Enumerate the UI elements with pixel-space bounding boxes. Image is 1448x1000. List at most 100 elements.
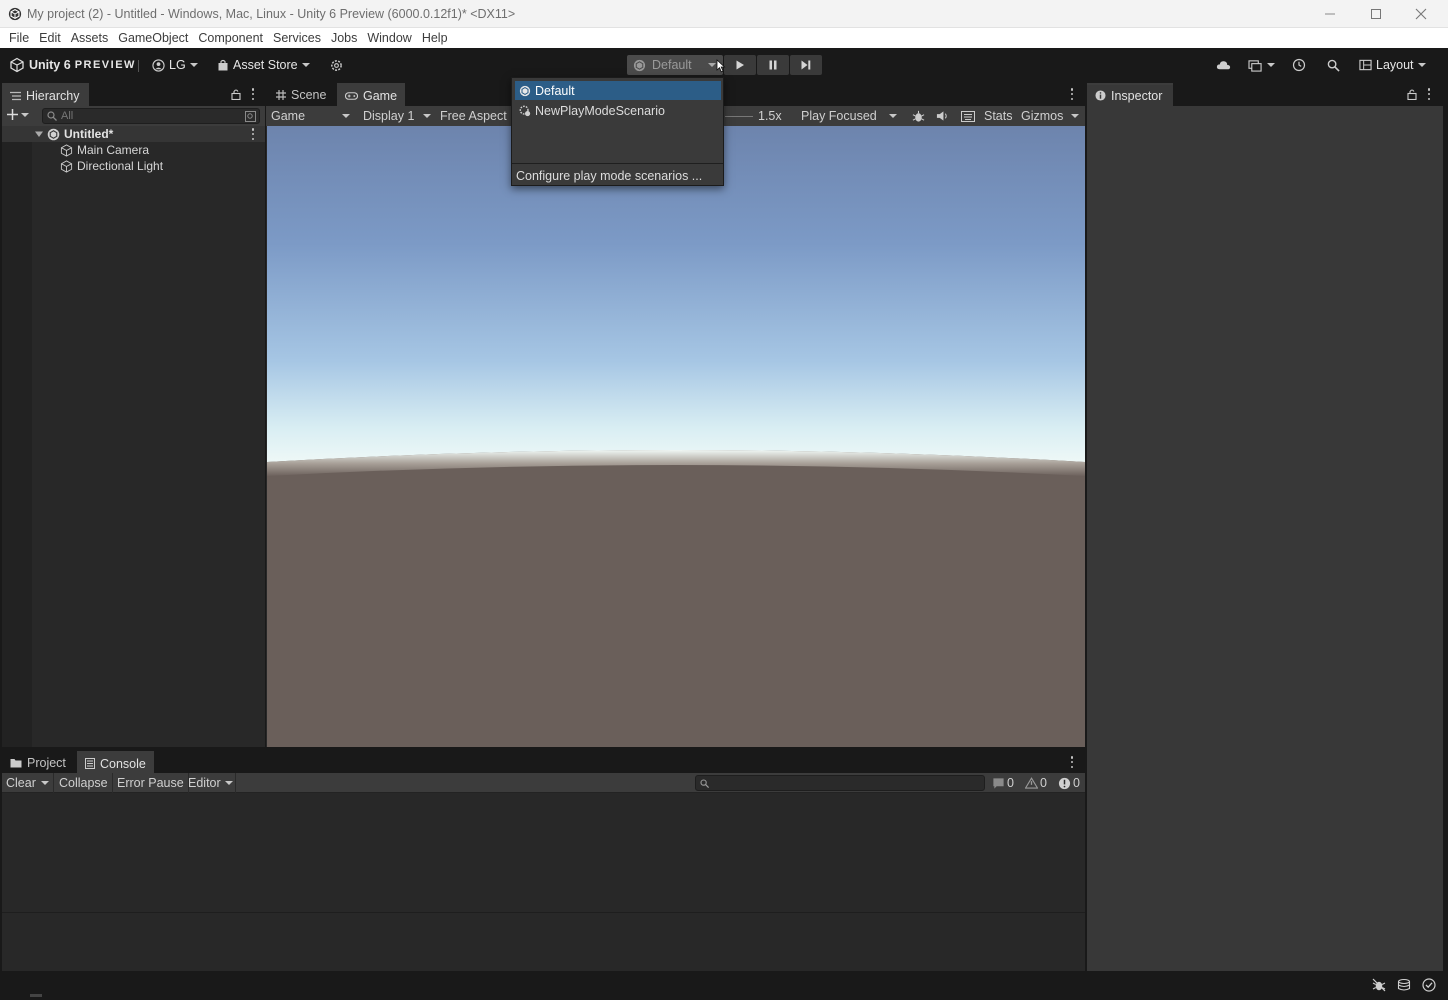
log-count-toggle[interactable]: 0 (988, 773, 1018, 793)
chevron-down-icon (301, 63, 310, 67)
scenario-option-label: Default (535, 83, 575, 98)
scale-slider[interactable] (725, 116, 753, 117)
shortcuts-button[interactable] (957, 106, 979, 126)
menu-window[interactable]: Window (362, 31, 416, 45)
menu-help[interactable]: Help (417, 31, 453, 45)
play-mode-dropdown[interactable]: Play Focused (797, 106, 901, 126)
warning-count-toggle[interactable]: 0 (1021, 773, 1051, 793)
account-icon (152, 58, 165, 72)
tab-project[interactable]: Project (2, 751, 74, 774)
tab-console[interactable]: Console (77, 751, 154, 774)
collapse-toggle[interactable]: Collapse (55, 773, 113, 793)
tab-game[interactable]: Game (337, 83, 406, 106)
account-dropdown[interactable]: LG (152, 55, 198, 75)
scene-menu-icon[interactable] (251, 128, 255, 140)
warning-count: 0 (1040, 776, 1047, 790)
hierarchy-menu-icon[interactable] (251, 88, 255, 100)
aspect-dropdown[interactable]: Free Aspect (436, 106, 511, 126)
collab-dropdown[interactable] (1248, 55, 1275, 75)
close-icon (1415, 8, 1427, 20)
chevron-down-icon (1267, 63, 1275, 67)
folder-icon (10, 758, 22, 767)
bottom-tabbar: Project Console (2, 750, 1085, 774)
menu-jobs[interactable]: Jobs (326, 31, 362, 45)
menu-services[interactable]: Services (268, 31, 326, 45)
error-pause-toggle[interactable]: Error Pause (113, 773, 189, 793)
hierarchy-search-input[interactable]: All (42, 108, 260, 124)
play-mode-label: Play Focused (801, 109, 877, 123)
expand-arrow-icon[interactable] (35, 130, 43, 138)
menu-file[interactable]: File (4, 31, 34, 45)
configure-scenarios-item[interactable]: Configure play mode scenarios ... (512, 166, 718, 185)
console-search-input[interactable] (695, 775, 985, 791)
gizmos-dropdown[interactable]: Gizmos (1017, 106, 1083, 126)
list-item[interactable]: Directional Light (2, 158, 265, 174)
close-window-button[interactable] (1398, 0, 1444, 28)
game-viewport[interactable] (267, 126, 1085, 747)
scenario-option-newplaymodescenario[interactable]: NewPlayModeScenario (515, 101, 721, 120)
frame-debugger-button[interactable] (908, 106, 929, 126)
check-circle-icon[interactable] (1422, 978, 1436, 992)
menu-edit[interactable]: Edit (34, 31, 66, 45)
tab-scene[interactable]: Scene (268, 83, 334, 106)
scenario-icon (519, 85, 531, 96)
minimize-button[interactable] (1307, 0, 1353, 28)
undo-history-button[interactable] (1292, 55, 1306, 75)
gameobject-cube-icon (60, 143, 73, 157)
chevron-down-icon (889, 114, 897, 118)
menu-assets[interactable]: Assets (66, 31, 114, 45)
clear-dropdown[interactable]: Clear (2, 773, 54, 793)
minimize-icon (1325, 13, 1335, 15)
step-button[interactable] (790, 55, 822, 75)
asset-store-dropdown[interactable]: Asset Store (217, 55, 310, 75)
view-mode-dropdown[interactable]: Game (267, 106, 354, 126)
tab-inspector[interactable]: Inspector (1087, 83, 1173, 106)
cloud-button[interactable] (1216, 55, 1231, 75)
brand-name: Unity 6 (29, 58, 71, 72)
scenario-option-default[interactable]: Default (515, 81, 721, 100)
scene-row[interactable]: Untitled* (2, 126, 265, 142)
play-icon (736, 60, 744, 70)
console-detail-area[interactable] (2, 914, 1085, 971)
chevron-down-icon (342, 114, 350, 118)
mute-audio-button[interactable] (932, 106, 953, 126)
editor-label: Editor (188, 776, 221, 790)
inspector-panel: Inspector (1087, 82, 1443, 971)
error-count-toggle[interactable]: 0 (1054, 773, 1084, 793)
asset-store-label: Asset Store (233, 58, 298, 72)
pause-button[interactable] (757, 55, 789, 75)
display-label: Display 1 (363, 109, 415, 123)
console-menu-icon[interactable] (1070, 756, 1074, 768)
menu-divider (512, 163, 723, 164)
create-button[interactable] (7, 109, 29, 120)
tab-hierarchy-label: Hierarchy (26, 88, 80, 103)
play-button[interactable] (724, 55, 756, 75)
cache-server-icon[interactable] (1397, 978, 1411, 992)
scenario-icon (633, 59, 646, 71)
lock-icon[interactable] (1407, 88, 1417, 100)
lock-icon[interactable] (231, 88, 241, 100)
game-menu-icon[interactable] (1070, 88, 1074, 100)
search-filter-icon[interactable] (245, 111, 256, 122)
debug-off-icon[interactable] (1372, 978, 1386, 992)
display-dropdown[interactable]: Display 1 (359, 106, 435, 126)
log-count: 0 (1007, 776, 1014, 790)
play-mode-scenario-dropdown[interactable]: Default (627, 55, 723, 75)
version-control-button[interactable] (330, 55, 343, 75)
layout-dropdown[interactable]: Layout (1359, 55, 1426, 75)
console-log-list[interactable] (2, 793, 1085, 913)
progress-indicator (30, 994, 42, 997)
search-button[interactable] (1327, 55, 1340, 75)
stats-button[interactable]: Stats (980, 106, 1017, 126)
inspector-tabbar-inner: Inspector (1087, 82, 1443, 106)
tab-hierarchy[interactable]: Hierarchy (2, 83, 89, 106)
menu-gameobject[interactable]: GameObject (113, 31, 193, 45)
menu-component[interactable]: Component (193, 31, 268, 45)
scenario-option-label: NewPlayModeScenario (535, 103, 665, 118)
editor-dropdown[interactable]: Editor (184, 773, 236, 793)
inspector-menu-icon[interactable] (1427, 88, 1431, 100)
maximize-button[interactable] (1353, 0, 1399, 28)
error-count: 0 (1073, 776, 1080, 790)
gameobject-cube-icon (60, 159, 73, 173)
list-item[interactable]: Main Camera (2, 142, 265, 158)
